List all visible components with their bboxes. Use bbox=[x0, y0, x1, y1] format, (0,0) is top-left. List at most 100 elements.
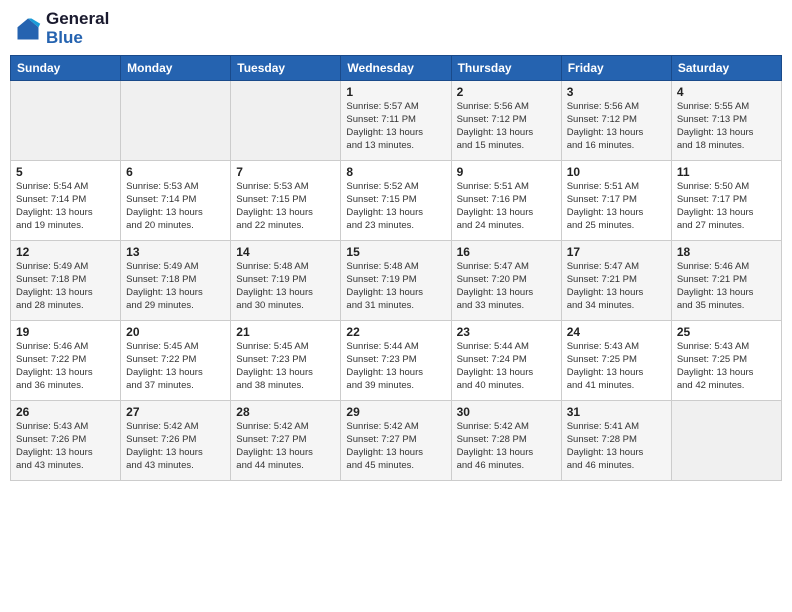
day-number: 19 bbox=[16, 325, 115, 339]
day-info: Sunrise: 5:49 AMSunset: 7:18 PMDaylight:… bbox=[16, 261, 115, 312]
calendar-cell: 11 Sunrise: 5:50 AMSunset: 7:17 PMDayligh… bbox=[671, 161, 781, 241]
calendar-cell: 19 Sunrise: 5:46 AMSunset: 7:22 PMDayligh… bbox=[11, 321, 121, 401]
day-info: Sunrise: 5:48 AMSunset: 7:19 PMDaylight:… bbox=[346, 261, 445, 312]
calendar-cell: 12 Sunrise: 5:49 AMSunset: 7:18 PMDayligh… bbox=[11, 241, 121, 321]
weekday-header: Sunday bbox=[11, 56, 121, 81]
day-info: Sunrise: 5:49 AMSunset: 7:18 PMDaylight:… bbox=[126, 261, 225, 312]
calendar-cell: 30Sunrise: 5:42 AMSunset: 7:28 PMDayligh… bbox=[451, 401, 561, 481]
calendar-cell bbox=[11, 81, 121, 161]
weekday-header: Tuesday bbox=[231, 56, 341, 81]
day-number: 13 bbox=[126, 245, 225, 259]
logo-icon bbox=[14, 15, 42, 43]
day-number: 6 bbox=[126, 165, 225, 179]
calendar-cell: 1 Sunrise: 5:57 AMSunset: 7:11 PMDaylight… bbox=[341, 81, 451, 161]
weekday-header: Monday bbox=[121, 56, 231, 81]
day-info: Sunrise: 5:51 AMSunset: 7:17 PMDaylight:… bbox=[567, 181, 666, 232]
day-number: 12 bbox=[16, 245, 115, 259]
day-info: Sunrise: 5:43 AMSunset: 7:25 PMDaylight:… bbox=[677, 341, 776, 392]
day-number: 2 bbox=[457, 85, 556, 99]
calendar-cell: 18 Sunrise: 5:46 AMSunset: 7:21 PMDayligh… bbox=[671, 241, 781, 321]
day-info: Sunrise: 5:42 AMSunset: 7:27 PMDaylight:… bbox=[236, 421, 335, 472]
day-number: 31 bbox=[567, 405, 666, 419]
calendar-cell: 27Sunrise: 5:42 AMSunset: 7:26 PMDayligh… bbox=[121, 401, 231, 481]
weekday-header: Thursday bbox=[451, 56, 561, 81]
day-number: 24 bbox=[567, 325, 666, 339]
day-info: Sunrise: 5:56 AMSunset: 7:12 PMDaylight:… bbox=[457, 101, 556, 152]
calendar-cell bbox=[671, 401, 781, 481]
weekday-header: Wednesday bbox=[341, 56, 451, 81]
calendar-cell: 5 Sunrise: 5:54 AMSunset: 7:14 PMDaylight… bbox=[11, 161, 121, 241]
day-info: Sunrise: 5:50 AMSunset: 7:17 PMDaylight:… bbox=[677, 181, 776, 232]
day-info: Sunrise: 5:47 AMSunset: 7:21 PMDaylight:… bbox=[567, 261, 666, 312]
day-info: Sunrise: 5:42 AMSunset: 7:27 PMDaylight:… bbox=[346, 421, 445, 472]
day-number: 8 bbox=[346, 165, 445, 179]
calendar-cell: 10 Sunrise: 5:51 AMSunset: 7:17 PMDayligh… bbox=[561, 161, 671, 241]
day-number: 11 bbox=[677, 165, 776, 179]
day-number: 22 bbox=[346, 325, 445, 339]
calendar-cell: 23Sunrise: 5:44 AMSunset: 7:24 PMDayligh… bbox=[451, 321, 561, 401]
day-number: 30 bbox=[457, 405, 556, 419]
day-number: 1 bbox=[346, 85, 445, 99]
day-number: 18 bbox=[677, 245, 776, 259]
calendar-cell: 9 Sunrise: 5:51 AMSunset: 7:16 PMDaylight… bbox=[451, 161, 561, 241]
calendar-week-row: 12 Sunrise: 5:49 AMSunset: 7:18 PMDayligh… bbox=[11, 241, 782, 321]
day-number: 4 bbox=[677, 85, 776, 99]
day-number: 10 bbox=[567, 165, 666, 179]
day-info: Sunrise: 5:55 AMSunset: 7:13 PMDaylight:… bbox=[677, 101, 776, 152]
calendar-cell: 6 Sunrise: 5:53 AMSunset: 7:14 PMDaylight… bbox=[121, 161, 231, 241]
calendar-week-row: 19 Sunrise: 5:46 AMSunset: 7:22 PMDayligh… bbox=[11, 321, 782, 401]
calendar-cell: 8 Sunrise: 5:52 AMSunset: 7:15 PMDaylight… bbox=[341, 161, 451, 241]
calendar-cell: 22 Sunrise: 5:44 AMSunset: 7:23 PMDayligh… bbox=[341, 321, 451, 401]
day-info: Sunrise: 5:57 AMSunset: 7:11 PMDaylight:… bbox=[346, 101, 445, 152]
calendar-cell: 29Sunrise: 5:42 AMSunset: 7:27 PMDayligh… bbox=[341, 401, 451, 481]
calendar-cell: 24 Sunrise: 5:43 AMSunset: 7:25 PMDayligh… bbox=[561, 321, 671, 401]
day-number: 25 bbox=[677, 325, 776, 339]
day-info: Sunrise: 5:46 AMSunset: 7:22 PMDaylight:… bbox=[16, 341, 115, 392]
calendar-cell: 13 Sunrise: 5:49 AMSunset: 7:18 PMDayligh… bbox=[121, 241, 231, 321]
day-info: Sunrise: 5:53 AMSunset: 7:14 PMDaylight:… bbox=[126, 181, 225, 232]
day-info: Sunrise: 5:43 AMSunset: 7:25 PMDaylight:… bbox=[567, 341, 666, 392]
day-info: Sunrise: 5:54 AMSunset: 7:14 PMDaylight:… bbox=[16, 181, 115, 232]
day-number: 28 bbox=[236, 405, 335, 419]
day-number: 5 bbox=[16, 165, 115, 179]
day-number: 9 bbox=[457, 165, 556, 179]
calendar-cell bbox=[231, 81, 341, 161]
day-number: 15 bbox=[346, 245, 445, 259]
page-header: General Blue bbox=[10, 10, 782, 47]
weekday-header: Saturday bbox=[671, 56, 781, 81]
calendar-cell: 26 Sunrise: 5:43 AMSunset: 7:26 PMDayligh… bbox=[11, 401, 121, 481]
day-number: 3 bbox=[567, 85, 666, 99]
calendar-cell: 17 Sunrise: 5:47 AMSunset: 7:21 PMDayligh… bbox=[561, 241, 671, 321]
day-info: Sunrise: 5:56 AMSunset: 7:12 PMDaylight:… bbox=[567, 101, 666, 152]
day-info: Sunrise: 5:51 AMSunset: 7:16 PMDaylight:… bbox=[457, 181, 556, 232]
day-info: Sunrise: 5:43 AMSunset: 7:26 PMDaylight:… bbox=[16, 421, 115, 472]
calendar-cell: 3 Sunrise: 5:56 AMSunset: 7:12 PMDaylight… bbox=[561, 81, 671, 161]
calendar-cell: 28 Sunrise: 5:42 AMSunset: 7:27 PMDayligh… bbox=[231, 401, 341, 481]
day-number: 14 bbox=[236, 245, 335, 259]
calendar-cell: 31 Sunrise: 5:41 AMSunset: 7:28 PMDayligh… bbox=[561, 401, 671, 481]
day-number: 26 bbox=[16, 405, 115, 419]
calendar-cell: 25 Sunrise: 5:43 AMSunset: 7:25 PMDayligh… bbox=[671, 321, 781, 401]
calendar-week-row: 1 Sunrise: 5:57 AMSunset: 7:11 PMDaylight… bbox=[11, 81, 782, 161]
calendar-cell: 7 Sunrise: 5:53 AMSunset: 7:15 PMDaylight… bbox=[231, 161, 341, 241]
logo-text-line2: Blue bbox=[46, 29, 109, 48]
day-info: Sunrise: 5:45 AMSunset: 7:22 PMDaylight:… bbox=[126, 341, 225, 392]
calendar-cell bbox=[121, 81, 231, 161]
logo: General Blue bbox=[14, 10, 109, 47]
day-info: Sunrise: 5:53 AMSunset: 7:15 PMDaylight:… bbox=[236, 181, 335, 232]
day-number: 17 bbox=[567, 245, 666, 259]
day-number: 27 bbox=[126, 405, 225, 419]
calendar-cell: 15 Sunrise: 5:48 AMSunset: 7:19 PMDayligh… bbox=[341, 241, 451, 321]
calendar-week-row: 26 Sunrise: 5:43 AMSunset: 7:26 PMDayligh… bbox=[11, 401, 782, 481]
calendar-header-row: SundayMondayTuesdayWednesdayThursdayFrid… bbox=[11, 56, 782, 81]
calendar-cell: 14Sunrise: 5:48 AMSunset: 7:19 PMDayligh… bbox=[231, 241, 341, 321]
calendar-cell: 4 Sunrise: 5:55 AMSunset: 7:13 PMDaylight… bbox=[671, 81, 781, 161]
day-info: Sunrise: 5:52 AMSunset: 7:15 PMDaylight:… bbox=[346, 181, 445, 232]
day-info: Sunrise: 5:45 AMSunset: 7:23 PMDaylight:… bbox=[236, 341, 335, 392]
day-number: 7 bbox=[236, 165, 335, 179]
weekday-header: Friday bbox=[561, 56, 671, 81]
day-info: Sunrise: 5:41 AMSunset: 7:28 PMDaylight:… bbox=[567, 421, 666, 472]
calendar-table: SundayMondayTuesdayWednesdayThursdayFrid… bbox=[10, 55, 782, 481]
day-info: Sunrise: 5:44 AMSunset: 7:23 PMDaylight:… bbox=[346, 341, 445, 392]
day-info: Sunrise: 5:46 AMSunset: 7:21 PMDaylight:… bbox=[677, 261, 776, 312]
